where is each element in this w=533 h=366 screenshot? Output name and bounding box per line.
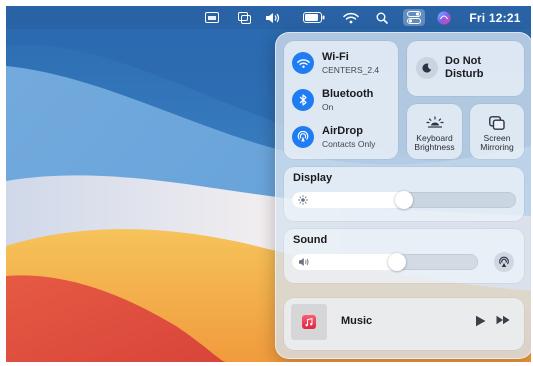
- sound-tile: Sound: [284, 229, 524, 283]
- screen-mirroring-label: Screen Mirroring: [470, 132, 524, 153]
- desktop: Fri 12:21 Wi-Fi CENTERS_2.4 Bluetooth On…: [6, 6, 531, 362]
- wifi-label: Wi-Fi: [322, 51, 349, 63]
- wifi-icon[interactable]: [341, 6, 361, 29]
- control-center-panel: Wi-Fi CENTERS_2.4 Bluetooth On AirDrop C…: [275, 32, 531, 359]
- play-icon[interactable]: [475, 315, 486, 327]
- fast-forward-icon[interactable]: [496, 315, 510, 325]
- dnd-label-line2: Disturb: [445, 67, 484, 80]
- screen-mirroring-tile[interactable]: Screen Mirroring: [470, 104, 524, 159]
- bluetooth-label: Bluetooth: [322, 88, 374, 100]
- now-playing-title: Music: [341, 315, 373, 327]
- display-tile: Display: [284, 167, 524, 221]
- do-not-disturb-tile[interactable]: Do Not Disturb: [407, 41, 524, 96]
- speaker-icon: [298, 257, 310, 267]
- screen-mirroring-label-line2: Mirroring: [480, 142, 514, 153]
- bluetooth-toggle[interactable]: Bluetooth On: [292, 88, 374, 112]
- battery-icon[interactable]: [302, 6, 326, 29]
- keyboard-shortcut-icon[interactable]: [203, 6, 221, 29]
- keyboard-brightness-tile[interactable]: Keyboard Brightness: [407, 104, 462, 159]
- screen-mirroring-label-line1: Screen: [483, 132, 511, 143]
- sound-title: Sound: [293, 234, 328, 246]
- album-artwork: [291, 304, 327, 340]
- display-slider-knob[interactable]: [395, 191, 413, 209]
- mirroring-icon[interactable]: [235, 6, 253, 29]
- menu-bar-clock[interactable]: Fri 12:21: [464, 6, 526, 29]
- dnd-label-line1: Do Not: [445, 55, 482, 67]
- airdrop-toggle[interactable]: AirDrop Contacts Only: [292, 125, 376, 149]
- bluetooth-icon[interactable]: [292, 89, 314, 112]
- do-not-disturb-label: Do Not Disturb: [445, 55, 484, 80]
- airdrop-label: AirDrop: [322, 125, 363, 137]
- sun-icon: [298, 195, 308, 205]
- network-tile: Wi-Fi CENTERS_2.4 Bluetooth On AirDrop C…: [284, 41, 398, 159]
- wifi-toggle[interactable]: Wi-Fi CENTERS_2.4: [292, 51, 380, 75]
- display-title: Display: [293, 172, 333, 184]
- sound-slider-knob[interactable]: [388, 253, 406, 271]
- volume-icon[interactable]: [262, 6, 284, 29]
- control-center-icon[interactable]: [403, 9, 425, 26]
- airdrop-status: Contacts Only: [322, 138, 376, 149]
- keyboard-brightness-label-line1: Keyboard: [416, 132, 453, 143]
- sound-volume-slider[interactable]: [292, 253, 478, 271]
- keyboard-brightness-icon: [407, 116, 462, 128]
- wifi-network-name: CENTERS_2.4: [322, 64, 380, 75]
- menu-bar: Fri 12:21: [6, 6, 531, 29]
- display-brightness-slider[interactable]: [292, 191, 516, 209]
- keyboard-brightness-label: Keyboard Brightness: [407, 132, 462, 153]
- keyboard-brightness-label-line2: Brightness: [414, 142, 455, 153]
- search-icon[interactable]: [373, 6, 391, 29]
- wifi-icon[interactable]: [292, 52, 314, 75]
- airplay-audio-icon[interactable]: [494, 252, 514, 272]
- screen-mirroring-icon: [470, 116, 524, 130]
- siri-icon[interactable]: [434, 6, 454, 29]
- moon-icon: [416, 57, 438, 79]
- now-playing-tile[interactable]: Music: [284, 298, 524, 350]
- bluetooth-status: On: [322, 101, 334, 112]
- music-app-icon: [302, 315, 316, 329]
- airdrop-icon[interactable]: [292, 126, 314, 149]
